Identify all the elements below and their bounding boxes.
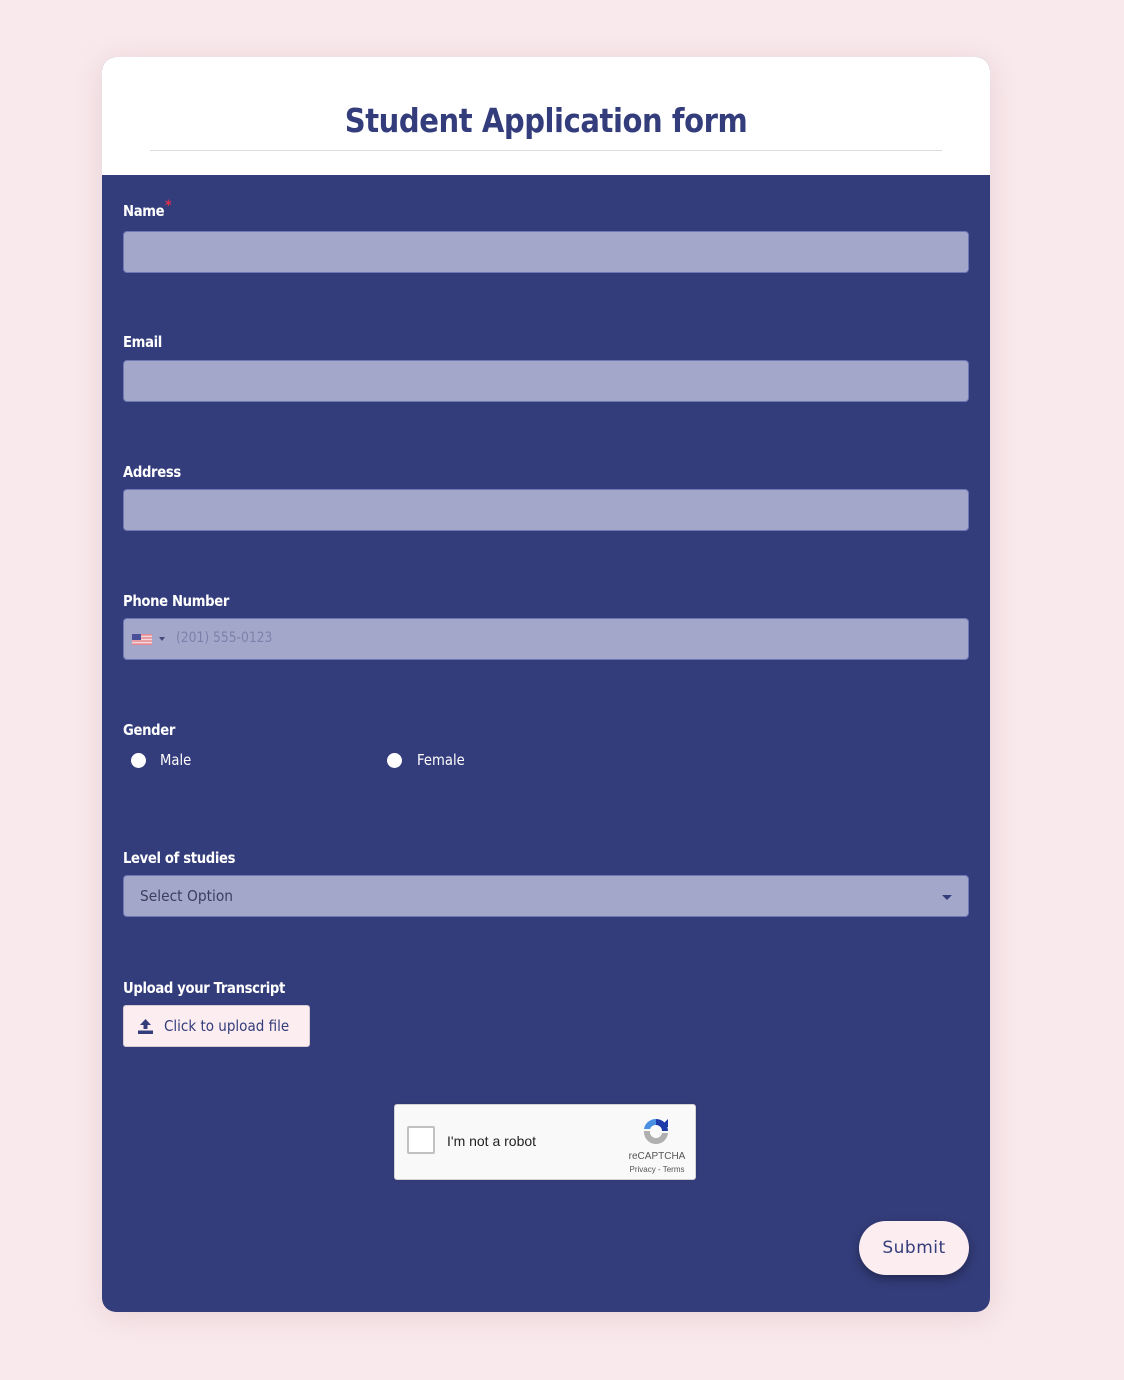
upload-icon	[138, 1019, 153, 1034]
phone-placeholder: (201) 555-0123	[176, 630, 273, 646]
upload-button-label: Click to upload file	[164, 1017, 290, 1035]
country-dropdown-caret-icon[interactable]	[159, 637, 165, 641]
application-form-card: Student Application form Name* Email Add…	[102, 57, 990, 1312]
email-label: Email	[123, 333, 162, 351]
gender-radio-male[interactable]	[131, 753, 146, 768]
recaptcha-label: I'm not a robot	[447, 1133, 537, 1149]
recaptcha-brand: reCAPTCHA	[628, 1151, 686, 1162]
name-label: Name*	[123, 198, 172, 220]
level-label: Level of studies	[123, 849, 236, 867]
form-header: Student Application form	[102, 57, 990, 175]
gender-label: Gender	[123, 721, 175, 739]
email-input[interactable]	[123, 360, 969, 402]
required-marker: *	[165, 198, 172, 214]
phone-label: Phone Number	[123, 592, 229, 610]
phone-input[interactable]: (201) 555-0123	[123, 618, 969, 660]
page-title: Student Application form	[344, 101, 748, 140]
chevron-down-icon	[942, 895, 952, 900]
name-label-text: Name	[123, 202, 165, 220]
recaptcha-privacy-terms-links[interactable]: Privacy - Terms	[627, 1165, 687, 1174]
gender-radio-female[interactable]	[387, 753, 402, 768]
us-flag-icon[interactable]	[132, 634, 152, 645]
address-input[interactable]	[123, 489, 969, 531]
transcript-label: Upload your Transcript	[123, 979, 285, 997]
name-input[interactable]	[123, 231, 969, 273]
upload-file-button[interactable]: Click to upload file	[123, 1005, 310, 1047]
submit-button[interactable]: Submit	[859, 1221, 969, 1275]
level-select[interactable]: Select Option	[123, 875, 969, 917]
gender-option-female[interactable]: Female	[417, 751, 465, 769]
title-divider	[150, 150, 942, 151]
recaptcha-logo-icon	[643, 1118, 668, 1145]
recaptcha-checkbox[interactable]	[407, 1126, 435, 1154]
address-label: Address	[123, 463, 181, 481]
level-select-value: Select Option	[140, 887, 234, 905]
gender-option-male[interactable]: Male	[160, 751, 191, 769]
recaptcha-widget: I'm not a robot reCAPTCHA Privacy - Term…	[394, 1104, 696, 1180]
